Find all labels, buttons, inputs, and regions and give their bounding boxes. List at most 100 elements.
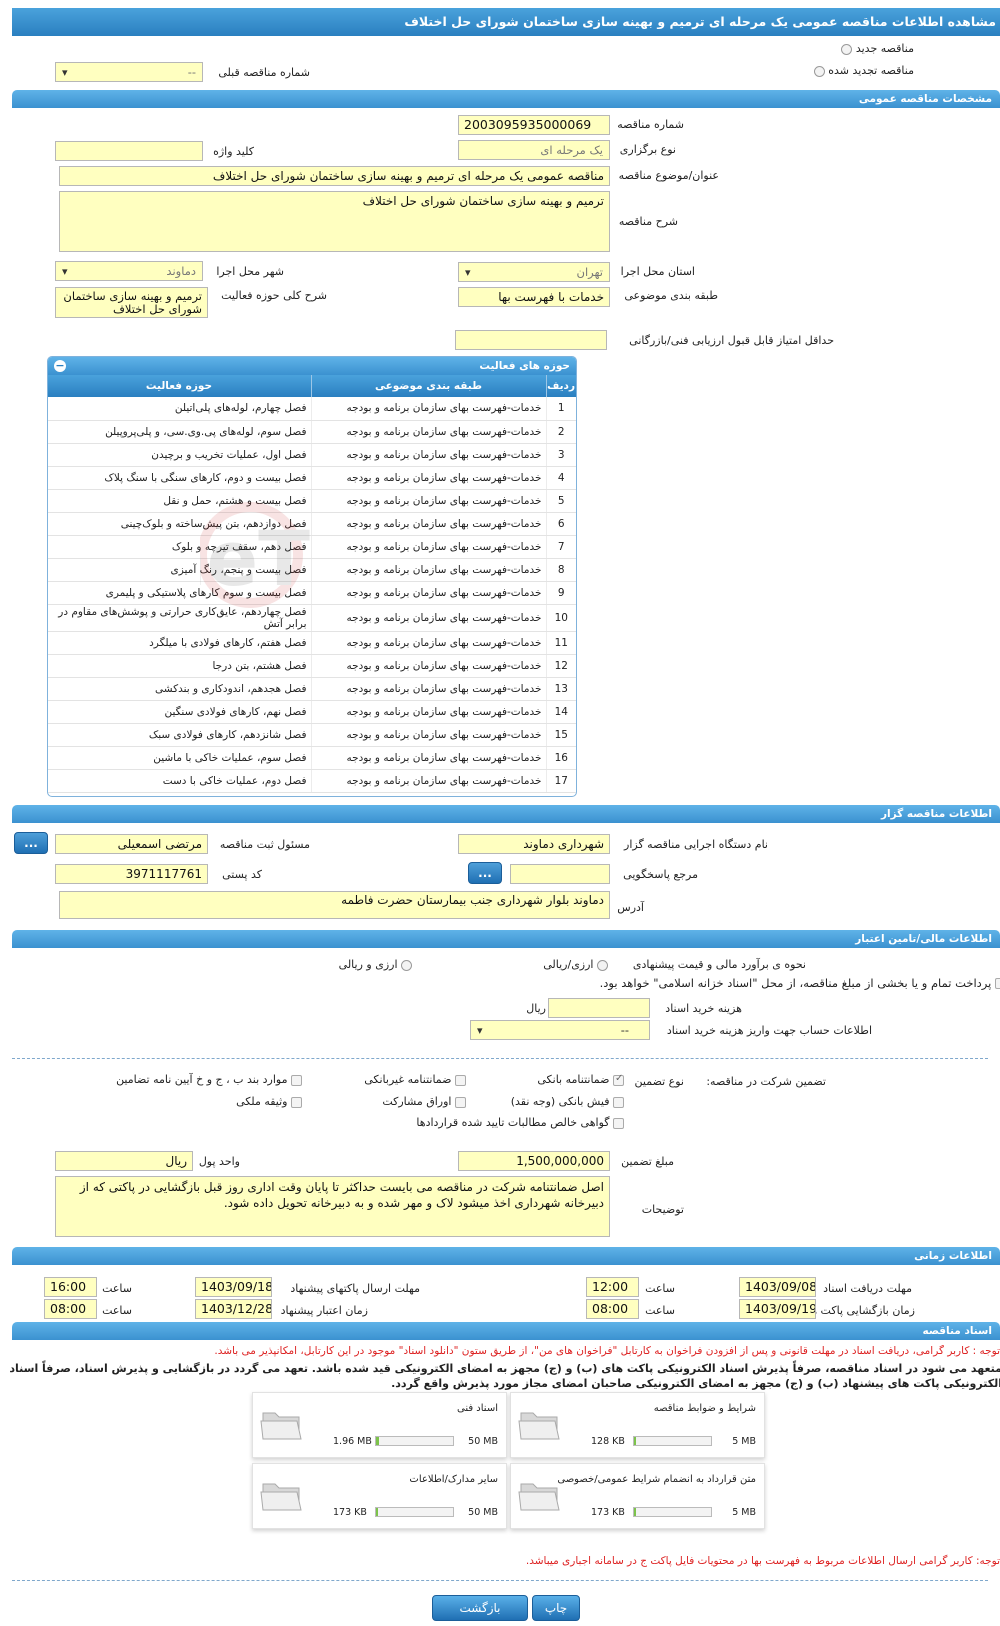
- subject-label: عنوان/موضوع مناقصه: [618, 169, 719, 182]
- city-select[interactable]: دماوند ▾: [55, 261, 203, 281]
- g-nonbank[interactable]: ضمانتنامه غیربانکی: [364, 1073, 466, 1086]
- g-check-checkbox[interactable]: [613, 1096, 624, 1108]
- g-property-checkbox[interactable]: [291, 1096, 302, 1108]
- folder-icon: [260, 1412, 302, 1440]
- g-bank-label: ضمانتنامه بانکی: [537, 1073, 610, 1086]
- renewed-tender-radio[interactable]: [813, 65, 825, 77]
- prev-number-select[interactable]: -- ▾: [55, 62, 203, 82]
- description-field[interactable]: ترمیم و بهینه سازی ساختمان شورای حل اختل…: [59, 191, 610, 252]
- send-deadline-time[interactable]: 16:00: [44, 1277, 97, 1297]
- payment-treasury[interactable]: پرداخت تمام و یا بخشی از مبلغ مناقصه، از…: [600, 976, 1000, 990]
- document-card[interactable]: متن قرارداد به انضمام شرایط عمومی/خصوصی 5…: [510, 1463, 765, 1529]
- row-number-cell: 6: [545, 512, 576, 536]
- radio-new-tender[interactable]: مناقصه جدید: [841, 42, 914, 55]
- registrar-lookup-button[interactable]: ...: [14, 832, 48, 854]
- g-bonds[interactable]: اوراق مشارکت: [382, 1095, 466, 1108]
- g-claims-checkbox[interactable]: [613, 1117, 624, 1129]
- opening-time[interactable]: 08:00: [586, 1299, 639, 1319]
- field-cell: فصل سوم، عملیات خاکی با ماشین: [48, 746, 311, 770]
- g-claims[interactable]: گواهی خالص مطالبات تایید شده قراردادها: [416, 1116, 624, 1129]
- document-usage-fill: [634, 1508, 637, 1516]
- guarantee-type-label: نوع تضمین: [634, 1075, 684, 1088]
- category-cell: خدمات-فهرست بهای سازمان برنامه و بودجه: [310, 631, 546, 655]
- keyword-field[interactable]: [55, 141, 203, 161]
- amount-label: مبلغ تضمین: [621, 1155, 674, 1168]
- field-cell: فصل چهاردهم، عایق‌کاری حرارتی و پوشش‌های…: [48, 604, 311, 632]
- doc-deadline-time[interactable]: 12:00: [586, 1277, 639, 1297]
- subject-field[interactable]: مناقصه عمومی یک مرحله ای ترمیم و بهینه س…: [59, 166, 610, 186]
- payment-treasury-checkbox[interactable]: [995, 978, 1000, 989]
- validity-date[interactable]: 1403/12/28: [195, 1299, 272, 1319]
- document-card[interactable]: اسناد فنی 50 MB 1.96 MB: [252, 1392, 507, 1458]
- table-row: 6 خدمات-فهرست بهای سازمان برنامه و بودجه ف…: [48, 512, 576, 536]
- option-rial[interactable]: ارزی/ریالی: [543, 958, 608, 971]
- row-number-cell: 13: [545, 677, 576, 701]
- province-select[interactable]: تهران ▾: [458, 262, 610, 282]
- g-bank-checkbox[interactable]: [613, 1073, 624, 1086]
- min-score-field[interactable]: [455, 330, 607, 350]
- doc-cost-field[interactable]: [548, 998, 650, 1018]
- document-max-size: 5 MB: [732, 1436, 756, 1447]
- print-button[interactable]: چاپ: [532, 1595, 580, 1621]
- table-row: 11 خدمات-فهرست بهای سازمان برنامه و بودجه…: [48, 631, 576, 655]
- collapse-icon[interactable]: −: [54, 360, 66, 372]
- field-cell: فصل نهم، کارهای فولادی سنگین: [48, 700, 311, 724]
- renewed-tender-label: مناقصه تجدید شده: [828, 64, 914, 77]
- g-bcj[interactable]: موارد بند ب ، ج و خ آیین نامه تضامین: [116, 1073, 302, 1086]
- amount-field[interactable]: 1,500,000,000: [458, 1151, 610, 1171]
- g-bonds-checkbox[interactable]: [455, 1096, 466, 1108]
- chevron-down-icon: ▾: [477, 1024, 483, 1037]
- reference-lookup-button[interactable]: ...: [468, 862, 502, 884]
- doc-deadline-date[interactable]: 1403/09/08: [739, 1277, 816, 1297]
- registrar-field[interactable]: مرتضی اسمعیلی: [55, 834, 208, 854]
- city-label: شهر محل اجرا: [216, 265, 284, 278]
- address-field[interactable]: دماوند بلوار شهرداری جنب بیمارستان حضرت …: [59, 891, 610, 919]
- row-number-cell: 2: [545, 420, 576, 444]
- postal-field[interactable]: 3971117761: [55, 864, 208, 884]
- g-property[interactable]: وثیقه ملکی: [236, 1095, 302, 1108]
- send-deadline-date[interactable]: 1403/09/18: [195, 1277, 272, 1297]
- option-rial-radio[interactable]: [597, 959, 608, 971]
- document-max-size: 50 MB: [468, 1507, 498, 1518]
- document-usage-bar: [375, 1436, 454, 1446]
- table-row: 8 خدمات-فهرست بهای سازمان برنامه و بودجه ف…: [48, 558, 576, 582]
- g-bcj-checkbox[interactable]: [291, 1074, 302, 1086]
- prev-number-label: شماره مناقصه قبلی: [218, 66, 310, 79]
- document-card[interactable]: سایر مدارک/اطلاعات 50 MB 173 KB: [252, 1463, 507, 1529]
- category-field[interactable]: خدمات با فهرست بها: [458, 287, 610, 307]
- document-card[interactable]: شرایط و ضوابط مناقصه 5 MB 128 KB: [510, 1392, 765, 1458]
- account-select[interactable]: -- ▾: [470, 1020, 650, 1040]
- category-label: طبقه بندی موضوعی: [624, 289, 718, 302]
- back-button[interactable]: بازگشت: [432, 1595, 528, 1621]
- activities-table: ردیف طبقه بندی موضوعی حوزه فعالیت 1 خدمات…: [48, 375, 576, 793]
- currency-field[interactable]: ریال: [55, 1151, 193, 1171]
- agency-field[interactable]: شهرداری دماوند: [458, 834, 610, 854]
- documents-commitment: متعهد می شود در اسناد مناقصه، صرفاً پذیر…: [9, 1362, 1000, 1390]
- category-cell: خدمات-فهرست بهای سازمان برنامه و بودجه: [310, 700, 546, 724]
- keyword-label: کلید واژه: [213, 145, 254, 158]
- document-usage-fill: [376, 1508, 378, 1516]
- new-tender-radio[interactable]: [841, 43, 853, 55]
- option-currency[interactable]: ارزی و ریالی: [339, 958, 412, 971]
- field-cell: فصل دهم، سقف تیرچه و بلوک: [48, 535, 311, 559]
- guarantee-participation-label: تضمین شرکت در مناقصه:: [706, 1075, 826, 1088]
- reference-label: مرجع پاسخگویی: [623, 868, 698, 881]
- activities-title: حوزه های فعالیت: [479, 360, 570, 372]
- category-cell: خدمات-فهرست بهای سازمان برنامه و بودجه: [310, 654, 546, 678]
- section-general: مشخصات مناقصه عمومی: [12, 90, 1000, 108]
- activity-desc-field[interactable]: ترمیم و بهینه سازی ساختمان شورای حل اختل…: [55, 287, 208, 318]
- g-bank[interactable]: ضمانتنامه بانکی: [537, 1073, 624, 1086]
- g-check[interactable]: فیش بانکی (وجه نقد): [511, 1095, 624, 1108]
- notes-field[interactable]: اصل ضمانتنامه شرکت در مناقصه می بایست حد…: [55, 1176, 610, 1237]
- reference-field[interactable]: [510, 864, 610, 884]
- document-name: سایر مدارک/اطلاعات: [409, 1474, 498, 1485]
- option-currency-radio[interactable]: [401, 959, 412, 971]
- document-max-size: 50 MB: [468, 1436, 498, 1447]
- holding-type-select[interactable]: یک مرحله ای: [458, 140, 610, 160]
- number-field[interactable]: 2003095935000069: [458, 115, 610, 135]
- radio-renewed-tender[interactable]: مناقصه تجدید شده: [813, 64, 914, 77]
- opening-date[interactable]: 1403/09/19: [739, 1299, 816, 1319]
- g-nonbank-checkbox[interactable]: [455, 1074, 466, 1086]
- validity-time[interactable]: 08:00: [44, 1299, 97, 1319]
- field-cell: فصل سوم، لوله‌های پی.وی.سی، و پلی‌پروپیل…: [48, 420, 311, 444]
